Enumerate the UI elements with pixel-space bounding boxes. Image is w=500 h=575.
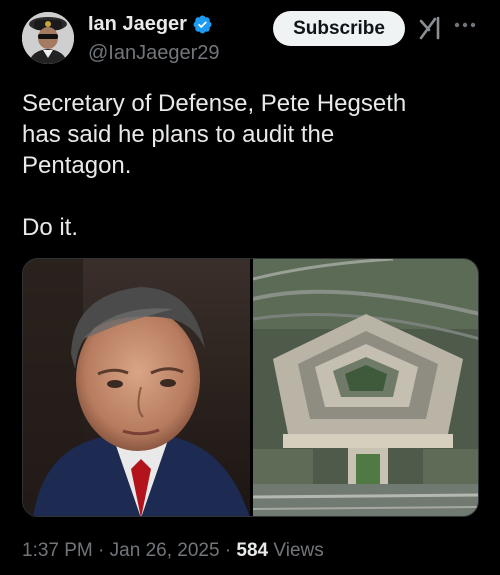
- name-row: Ian Jaeger: [88, 13, 213, 36]
- tweet-text: Secretary of Defense, Pete Hegseth has s…: [22, 90, 407, 241]
- pentagon-photo[interactable]: [253, 259, 478, 516]
- views-count[interactable]: 584: [236, 540, 268, 562]
- tweet-header: Ian Jaeger @IanJaeger29 Subscribe: [0, 0, 500, 80]
- meta-separator: ·: [92, 540, 110, 561]
- avatar[interactable]: [22, 12, 74, 64]
- more-icon[interactable]: [452, 18, 478, 32]
- display-name[interactable]: Ian Jaeger: [88, 13, 187, 36]
- views-label-text: Views: [273, 540, 324, 561]
- grok-icon[interactable]: [418, 15, 442, 41]
- meta-separator-2: ·: [219, 540, 237, 561]
- tweet-meta: 1:37 PM · Jan 26, 2025 · 584 Views: [22, 540, 324, 562]
- subscribe-button[interactable]: Subscribe: [273, 11, 405, 46]
- timestamp-date[interactable]: Jan 26, 2025: [110, 540, 220, 562]
- portrait-photo[interactable]: [23, 259, 250, 516]
- verified-badge-icon: [192, 14, 213, 35]
- media-grid: [22, 258, 479, 517]
- handle[interactable]: @IanJaeger29: [88, 42, 220, 65]
- timestamp-time[interactable]: 1:37 PM: [22, 540, 93, 562]
